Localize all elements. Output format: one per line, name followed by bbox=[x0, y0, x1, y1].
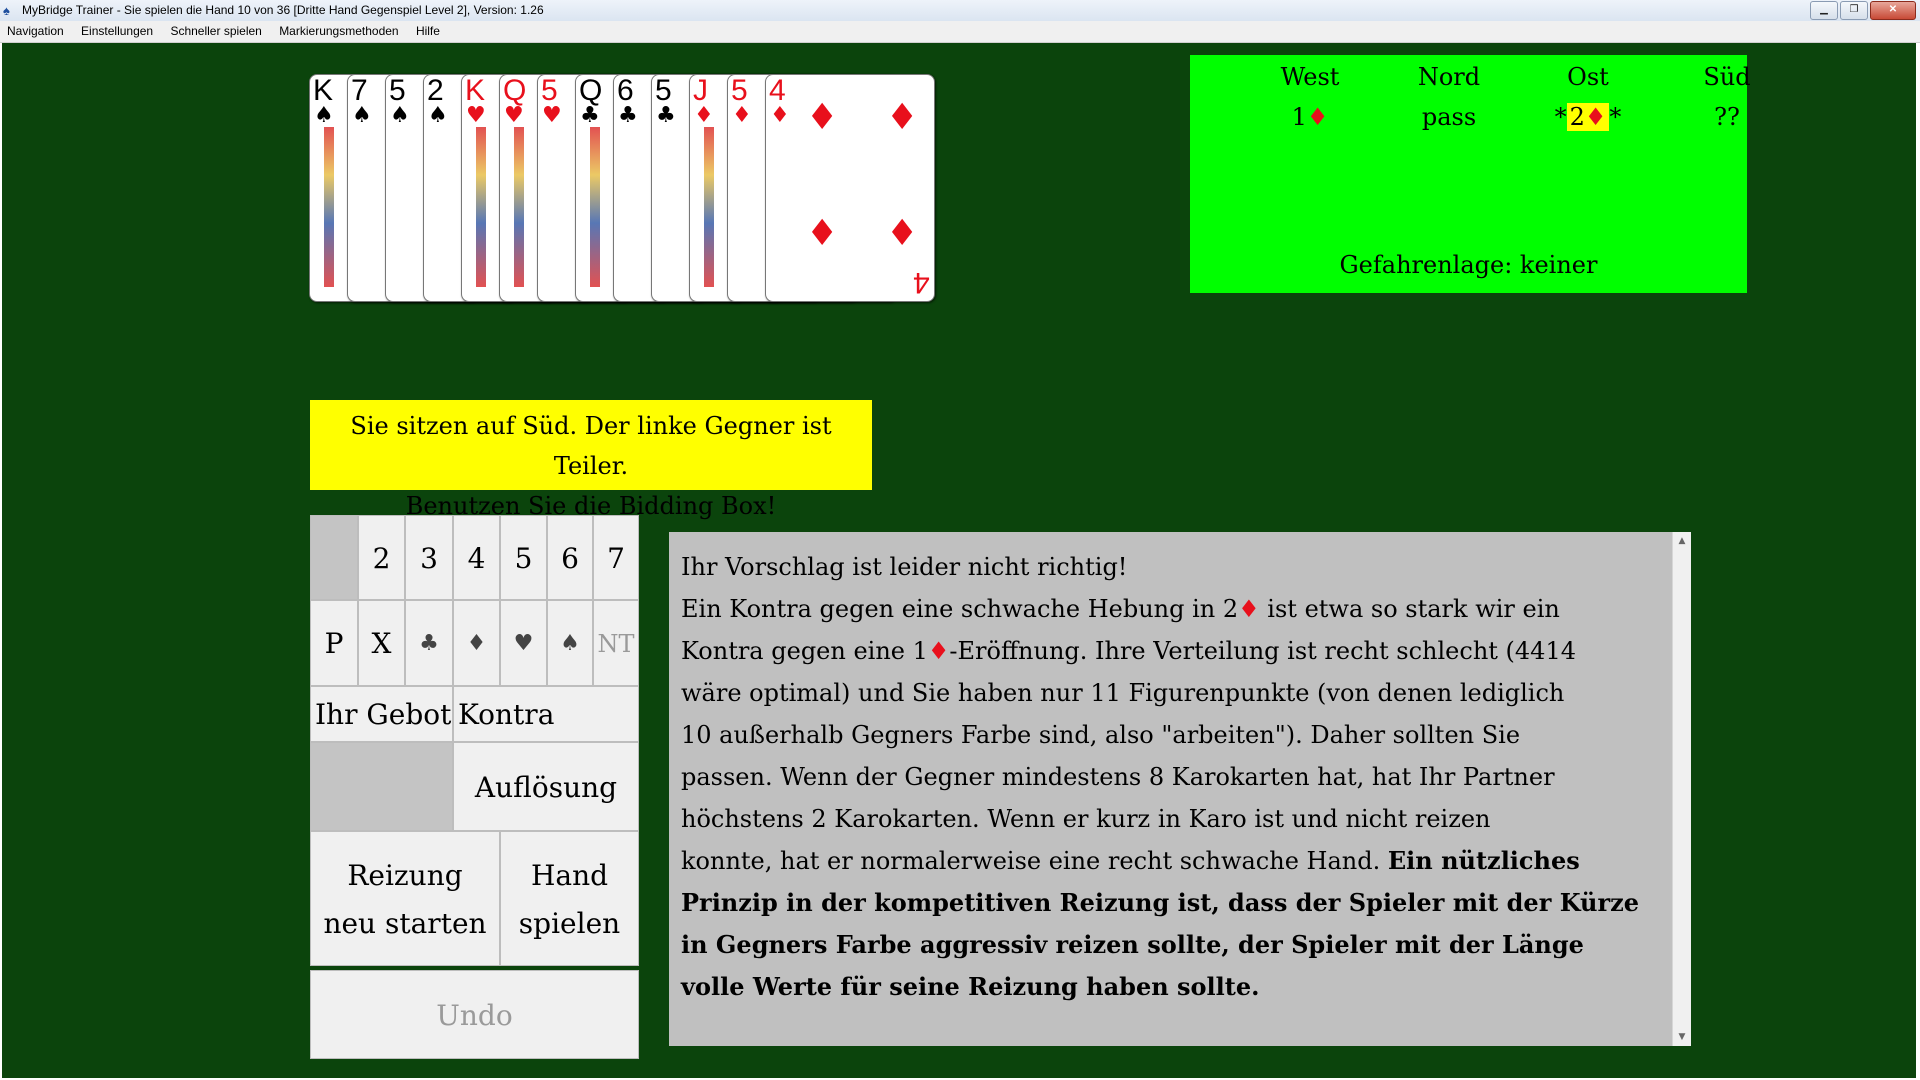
explanation-text: Ihr Vorschlag ist leider nicht richtig! … bbox=[681, 553, 1640, 1001]
header-sued: Süd bbox=[1703, 63, 1751, 91]
level-2-button[interactable]: 2 bbox=[358, 515, 405, 600]
your-bid-label: Ihr Gebot bbox=[310, 686, 453, 742]
clubs-button[interactable]: ♣ bbox=[405, 600, 453, 686]
card-suit-icon: ♠ bbox=[428, 103, 448, 128]
header-west: West bbox=[1280, 63, 1340, 91]
face-card-art-icon bbox=[704, 127, 714, 287]
auction-panel: West Nord Ost Süd 1♦ pass * 2♦ * ?? Gefahr… bbox=[1190, 55, 1751, 293]
bidding-box: 2 3 4 5 6 7 P X ♣ ♦ ♥ ♠ NT Ihr Gebot Kon… bbox=[310, 515, 639, 1059]
card-suit-icon: ♠ bbox=[314, 103, 334, 128]
title-bar: ♠ MyBridge Trainer - Sie spielen die Han… bbox=[0, 0, 1920, 22]
card-rank: 2 bbox=[427, 74, 444, 107]
card-pip-icon: ♦ bbox=[806, 213, 839, 254]
notrump-button[interactable]: NT bbox=[593, 600, 639, 686]
card-suit-icon: ♥ bbox=[466, 103, 486, 128]
header-nord: Nord bbox=[1417, 63, 1481, 91]
level-6-button[interactable]: 6 bbox=[547, 515, 593, 600]
scroll-up-icon[interactable]: ▲ bbox=[1673, 532, 1691, 550]
play-hand-button[interactable]: Hand spielen bbox=[500, 831, 639, 966]
minimize-button[interactable]: ▁ bbox=[1810, 1, 1838, 20]
diamond-icon: ♦ bbox=[927, 637, 950, 665]
face-card-art-icon bbox=[514, 127, 524, 287]
card-rank: 5 bbox=[731, 74, 748, 107]
card-pip-icon: ♦ bbox=[806, 97, 839, 138]
diamond-icon: ♦ bbox=[1584, 103, 1607, 131]
menu-navigation[interactable]: Navigation bbox=[0, 21, 71, 38]
diamond-icon: ♦ bbox=[1238, 595, 1260, 623]
window-title: MyBridge Trainer - Sie spielen die Hand … bbox=[22, 3, 544, 17]
card-rank: 7 bbox=[351, 74, 368, 107]
diamonds-button[interactable]: ♦ bbox=[453, 600, 500, 686]
your-bid-value: Kontra bbox=[453, 686, 639, 742]
double-button[interactable]: X bbox=[358, 600, 405, 686]
level-4-button[interactable]: 4 bbox=[453, 515, 500, 600]
spade-app-icon: ♠ bbox=[3, 3, 10, 18]
card-rank: 5 bbox=[655, 74, 672, 107]
card-rank: 5 bbox=[541, 74, 558, 107]
instructions-line-1: Sie sitzen auf Süd. Der linke Gegner ist… bbox=[350, 412, 832, 480]
card-suit-icon: ♦ bbox=[732, 103, 752, 128]
level-3-button[interactable]: 3 bbox=[405, 515, 453, 600]
bid-sued: ?? bbox=[1714, 103, 1740, 131]
card-rank: K bbox=[465, 74, 486, 107]
card-suit-icon: ♥ bbox=[504, 103, 524, 128]
diamond-icon: ♦ bbox=[1306, 103, 1329, 131]
menu-hilfe[interactable]: Hilfe bbox=[409, 21, 447, 38]
menu-markierungsmethoden[interactable]: Markierungsmethoden bbox=[272, 21, 405, 38]
restart-bidding-button[interactable]: Reizung neu starten bbox=[310, 831, 500, 966]
card-suit-icon: ♥ bbox=[542, 103, 562, 128]
card-suit-icon: ♦ bbox=[694, 103, 714, 128]
menu-bar: Navigation Einstellungen Schneller spiel… bbox=[0, 21, 1920, 43]
card-rank: K bbox=[313, 74, 334, 107]
scroll-down-icon[interactable]: ▼ bbox=[1673, 1028, 1691, 1046]
solution-button[interactable]: Auflösung bbox=[453, 742, 639, 831]
pass-button[interactable]: P bbox=[310, 600, 358, 686]
header-ost: Ost bbox=[1567, 63, 1609, 91]
card-suit-icon: ♦ bbox=[770, 103, 790, 128]
playing-card[interactable]: 4 ♦ ♦ ♦ ♦ ♦ 4 bbox=[765, 74, 935, 302]
face-card-art-icon bbox=[590, 127, 600, 287]
hearts-button[interactable]: ♥ bbox=[500, 600, 547, 686]
instructions-panel: Sie sitzen auf Süd. Der linke Gegner ist… bbox=[310, 400, 872, 520]
card-rank-corner: 4 bbox=[913, 266, 930, 299]
bid-nord: pass bbox=[1421, 103, 1477, 131]
card-pip-icon: ♦ bbox=[886, 213, 919, 254]
menu-schneller-spielen[interactable]: Schneller spielen bbox=[163, 21, 268, 38]
card-suit-icon: ♣ bbox=[656, 103, 676, 128]
card-pip-icon: ♦ bbox=[886, 97, 919, 138]
close-button[interactable]: ✕ bbox=[1870, 1, 1916, 20]
face-card-art-icon bbox=[476, 127, 486, 287]
card-rank: J bbox=[693, 74, 708, 107]
card-suit-icon: ♠ bbox=[390, 103, 410, 128]
level-5-button[interactable]: 5 bbox=[500, 515, 547, 600]
level-7-button[interactable]: 7 bbox=[593, 515, 639, 600]
card-rank: 6 bbox=[617, 74, 634, 107]
player-hand: K ♠ 7 ♠ 5 ♠ 2 ♠ K ♥ Q ♥ 5 ♥ Q ♣ 6 ♣ 5 ♣ J ♦ 5 ♦ 4 ♦ ♦ ♦ ♦ ♦ 4 bbox=[309, 74, 935, 302]
vulnerability-label: Gefahrenlage: keiner bbox=[1339, 251, 1598, 279]
maximize-button[interactable]: ❐ bbox=[1840, 1, 1868, 20]
undo-button[interactable]: Undo bbox=[310, 970, 639, 1059]
card-rank: 4 bbox=[769, 74, 786, 107]
empty-slot bbox=[310, 742, 453, 831]
card-suit-icon: ♣ bbox=[580, 103, 600, 128]
card-rank: 5 bbox=[389, 74, 406, 107]
spades-button[interactable]: ♠ bbox=[547, 600, 593, 686]
card-suit-icon: ♣ bbox=[618, 103, 638, 128]
card-rank: Q bbox=[579, 74, 603, 107]
menu-einstellungen[interactable]: Einstellungen bbox=[74, 21, 160, 38]
card-rank: Q bbox=[503, 74, 527, 107]
bidding-box-blank bbox=[310, 515, 358, 600]
card-suit-icon: ♠ bbox=[352, 103, 372, 128]
bid-ost: * 2♦ * bbox=[1554, 103, 1622, 131]
explanation-panel: Ihr Vorschlag ist leider nicht richtig! … bbox=[669, 532, 1691, 1046]
explanation-scrollbar[interactable]: ▲ ▼ bbox=[1672, 532, 1691, 1046]
face-card-art-icon bbox=[324, 127, 334, 287]
bid-west: 1♦ bbox=[1291, 103, 1329, 131]
